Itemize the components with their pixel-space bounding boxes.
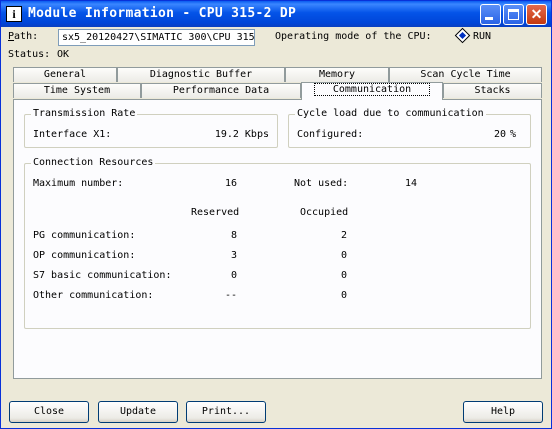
- tab-performance-data[interactable]: Performance Data: [141, 83, 301, 98]
- update-button[interactable]: Update: [98, 401, 178, 423]
- op-communication-occupied: 0: [340, 250, 347, 261]
- path-field[interactable]: sx5_20120427\SIMATIC 300\CPU 315: [58, 29, 255, 46]
- tab-memory[interactable]: Memory: [285, 67, 389, 82]
- maximum-number-value: 16: [224, 178, 237, 189]
- communication-panel: Transmission Rate Interface X1: 19.2 Kbp…: [13, 99, 542, 379]
- reserved-column-header: Reserved: [191, 207, 240, 218]
- status-label: Status:: [8, 49, 51, 60]
- path-label-rest: ath:: [14, 31, 39, 42]
- configured-label: Configured:: [297, 129, 364, 140]
- tab-time-system[interactable]: Time System: [13, 83, 141, 98]
- other-communication-occupied: 0: [340, 290, 347, 301]
- status-value: OK: [57, 49, 70, 60]
- tab-stacks[interactable]: Stacks: [443, 83, 542, 98]
- maximum-number-label: Maximum number:: [33, 178, 124, 189]
- not-used-value: 14: [404, 178, 417, 189]
- connection-resources-title: Connection Resources: [31, 157, 156, 169]
- interface-x1-label: Interface X1:: [33, 129, 112, 140]
- s7-basic-communication-label: S7 basic communication:: [33, 270, 172, 281]
- cycle-load-title: Cycle load due to communication: [295, 108, 486, 120]
- close-button[interactable]: Close: [9, 401, 89, 423]
- maximize-button[interactable]: [503, 4, 524, 25]
- cycle-load-group: Cycle load due to communication Configur…: [288, 108, 531, 148]
- transmission-rate-group: Transmission Rate Interface X1: 19.2 Kbp…: [24, 108, 278, 148]
- s7-basic-communication-occupied: 0: [340, 270, 347, 281]
- print-button[interactable]: Print...: [186, 401, 266, 423]
- path-label: Path:: [8, 31, 38, 43]
- connection-resources-group: Connection Resources Maximum number: 16 …: [24, 157, 531, 329]
- occupied-column-header: Occupied: [300, 207, 349, 218]
- maximize-icon: [508, 9, 519, 20]
- minimize-button[interactable]: [480, 4, 501, 25]
- op-communication-label: OP communication:: [33, 250, 136, 261]
- tab-general[interactable]: General: [13, 67, 117, 82]
- s7-basic-communication-reserved: 0: [230, 270, 237, 281]
- op-communication-reserved: 3: [230, 250, 237, 261]
- pg-communication-occupied: 2: [340, 230, 347, 241]
- module-information-window: i Module Information - CPU 315-2 DP ✕ Pa…: [0, 0, 552, 429]
- window-title: Module Information - CPU 315-2 DP: [28, 6, 297, 21]
- interface-x1-value: 19.2 Kbps: [214, 129, 269, 140]
- other-communication-reserved: --: [224, 290, 237, 301]
- tab-diagnostic-buffer[interactable]: Diagnostic Buffer: [117, 67, 285, 82]
- pg-communication-label: PG communication:: [33, 230, 136, 241]
- configured-unit: %: [510, 129, 517, 140]
- help-button[interactable]: Help: [463, 401, 543, 423]
- transmission-rate-title: Transmission Rate: [31, 108, 138, 120]
- other-communication-label: Other communication:: [33, 290, 154, 301]
- operating-mode-label: Operating mode of the CPU:: [275, 31, 432, 42]
- tab-scan-cycle-time[interactable]: Scan Cycle Time: [389, 67, 542, 82]
- pg-communication-reserved: 8: [230, 230, 237, 241]
- tab-communication-label: Communication: [313, 83, 431, 96]
- tab-communication[interactable]: Communication: [301, 82, 443, 100]
- close-window-button[interactable]: ✕: [526, 4, 547, 25]
- title-bar[interactable]: i Module Information - CPU 315-2 DP ✕: [1, 1, 551, 27]
- info-icon: i: [6, 6, 22, 22]
- operating-mode-value: RUN: [473, 31, 492, 42]
- close-icon: ✕: [530, 6, 543, 22]
- not-used-label: Not used:: [294, 178, 349, 189]
- minimize-icon: [485, 17, 493, 20]
- configured-value: 20: [493, 129, 506, 140]
